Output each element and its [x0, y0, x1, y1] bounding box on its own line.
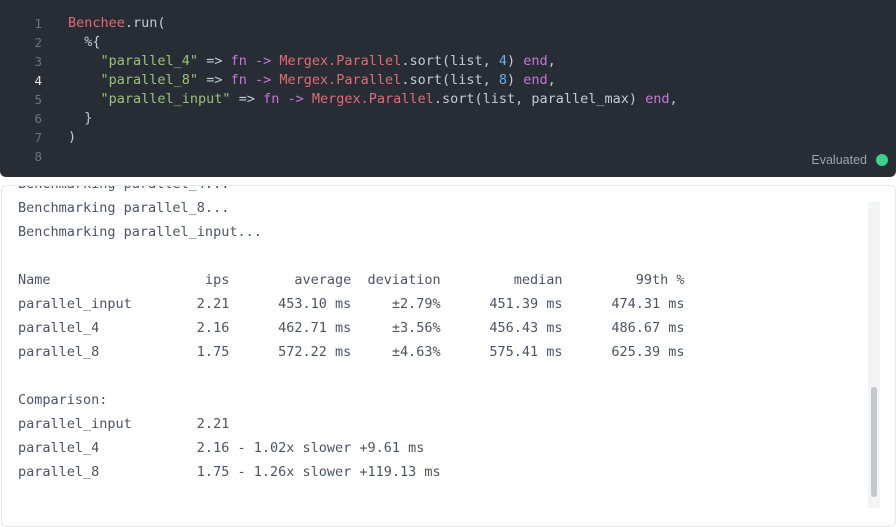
- code-line[interactable]: 4 "parallel_8" => fn -> Mergex.Parallel.…: [0, 71, 896, 90]
- line-number: 7: [34, 130, 42, 145]
- code-line[interactable]: 5 "parallel_input" => fn -> Mergex.Paral…: [0, 90, 896, 109]
- code-token: ,: [547, 72, 556, 88]
- code-line[interactable]: 1 Benchee.run(: [0, 14, 896, 33]
- code-text: "parallel_4" => fn -> Mergex.Parallel.so…: [68, 52, 556, 71]
- code-token: %{: [68, 34, 101, 50]
- code-token: ->: [254, 53, 272, 69]
- code-token: end: [523, 72, 548, 88]
- code-token: fn: [230, 72, 247, 88]
- code-token: Benchee: [68, 15, 125, 31]
- code-token: Mergex.Parallel: [311, 91, 434, 107]
- code-line[interactable]: 8: [0, 147, 896, 166]
- output-line: Benchmarking parallel_4...: [18, 186, 229, 196]
- output-line: Comparison:: [18, 392, 116, 408]
- code-token: fn: [263, 91, 280, 107]
- line-number: 6: [34, 111, 42, 126]
- code-token: ): [507, 72, 524, 88]
- code-token: .sort(list,: [401, 53, 499, 69]
- output-line: parallel_8 1.75 572.22 ms ±4.63% 575.41 …: [18, 344, 685, 360]
- code-token: .sort(list,: [401, 72, 499, 88]
- code-text: Benchee.run(: [68, 14, 166, 33]
- code-text: %{: [68, 33, 101, 52]
- line-number: 2: [34, 35, 42, 50]
- code-token: .run(: [124, 15, 166, 31]
- code-token: end: [645, 91, 670, 107]
- code-text: "parallel_8" => fn -> Mergex.Parallel.so…: [68, 71, 556, 90]
- code-token: ,: [547, 53, 556, 69]
- line-number: 3: [34, 54, 42, 69]
- status-label: Evaluated: [811, 153, 867, 167]
- line-number: 4: [34, 73, 42, 88]
- code-text: }: [68, 109, 92, 128]
- code-token: 4: [498, 53, 507, 69]
- output-line: parallel_input 2.21: [18, 416, 230, 432]
- line-number: 5: [34, 92, 42, 107]
- code-line[interactable]: 6 }: [0, 109, 896, 128]
- code-token: 8: [498, 72, 507, 88]
- code-token: "parallel_4": [100, 53, 199, 69]
- code-text: ): [68, 128, 76, 147]
- output-line: parallel_4 2.16 - 1.02x slower +9.61 ms: [18, 440, 425, 456]
- code-token: "parallel_input": [100, 91, 231, 107]
- code-text: "parallel_input" => fn -> Mergex.Paralle…: [68, 90, 678, 109]
- code-token: ,: [669, 91, 678, 107]
- output-line: Benchmarking parallel_input...: [18, 224, 262, 240]
- code-token: ->: [254, 72, 272, 88]
- output-line: parallel_input 2.21 453.10 ms ±2.79% 451…: [18, 296, 685, 312]
- scrollbar-thumb[interactable]: [871, 387, 877, 497]
- code-token: ): [68, 129, 77, 145]
- code-line[interactable]: 7): [0, 128, 896, 147]
- code-token: =>: [198, 53, 231, 69]
- status-indicator-icon: [876, 154, 888, 166]
- line-number: 1: [34, 16, 42, 31]
- code-token: end: [523, 53, 548, 69]
- code-token: fn: [230, 53, 247, 69]
- code-token: Mergex.Parallel: [279, 72, 402, 88]
- output-line: parallel_8 1.75 - 1.26x slower +119.13 m…: [18, 464, 441, 480]
- code-token: Mergex.Parallel: [279, 53, 402, 69]
- output-line: Name ips average deviation median 99th %: [18, 272, 685, 288]
- output-line: parallel_4 2.16 462.71 ms ±3.56% 456.43 …: [18, 320, 685, 336]
- output-panel[interactable]: parallel_8 1.75 - 1.26x slower +119.13 m…: [1, 185, 896, 527]
- output-scrollbar[interactable]: [868, 202, 880, 508]
- evaluation-status: Evaluated: [811, 152, 888, 168]
- code-line[interactable]: 3 "parallel_4" => fn -> Mergex.Parallel.…: [0, 52, 896, 71]
- code-token: }: [68, 110, 93, 126]
- output-line: Benchmarking parallel_8...: [18, 200, 230, 216]
- code-line[interactable]: 2 %{: [0, 33, 896, 52]
- code-token: "parallel_8": [100, 72, 199, 88]
- code-editor[interactable]: 1 Benchee.run(2 %{3 "parallel_4" => fn ->…: [0, 0, 896, 177]
- code-token: ->: [287, 91, 304, 107]
- code-token: =>: [198, 72, 231, 88]
- line-number: 8: [34, 149, 42, 164]
- code-token: .sort(list, parallel_max): [433, 91, 646, 107]
- code-token: =>: [230, 91, 264, 107]
- code-token: ): [507, 53, 524, 69]
